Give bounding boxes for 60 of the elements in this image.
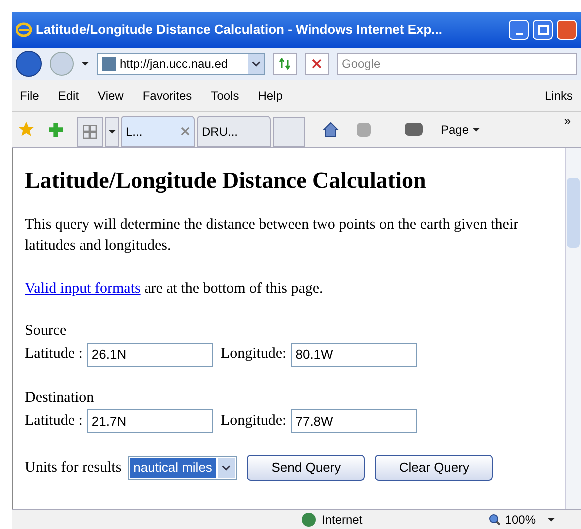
- tab-menu-button[interactable]: [105, 117, 119, 147]
- more-button[interactable]: »: [564, 112, 571, 130]
- menu-item[interactable]: Help: [258, 86, 283, 104]
- site-icon: [102, 57, 116, 71]
- globe-icon: [302, 512, 316, 526]
- add-favorite-icon[interactable]: [49, 122, 63, 136]
- page-button[interactable]: Page: [441, 120, 480, 138]
- stop-icon: [312, 59, 322, 69]
- units-label: Units for results: [25, 458, 122, 478]
- menu-item[interactable]: Edit: [58, 86, 80, 104]
- longitude-label: Longitude:: [220, 412, 287, 431]
- refresh-button[interactable]: [273, 53, 297, 75]
- latitude-label: Latitude :: [25, 412, 83, 431]
- zone-text: Internet: [322, 512, 363, 528]
- stop-button[interactable]: [305, 53, 329, 75]
- home-icon[interactable]: [323, 122, 339, 138]
- menu-item[interactable]: View: [98, 86, 124, 104]
- latitude-field[interactable]: 21.7N: [86, 409, 213, 433]
- links-button[interactable]: Links: [544, 86, 573, 104]
- grid-icon: [83, 125, 97, 139]
- browser-tab[interactable]: DRU...: [197, 116, 271, 147]
- caret-icon: [473, 128, 480, 132]
- caret-icon[interactable]: [82, 62, 89, 66]
- maximize-button[interactable]: [533, 20, 553, 40]
- latitude-label: Latitude :: [25, 345, 83, 364]
- units-select[interactable]: nautical miles: [128, 456, 238, 480]
- dropdown-button[interactable]: [248, 54, 264, 74]
- longitude-field[interactable]: 80.1W: [290, 342, 417, 366]
- latitude-field[interactable]: 26.1N: [86, 342, 213, 366]
- longitude-label: Longitude:: [220, 345, 287, 364]
- query-button[interactable]: Clear Query: [375, 455, 494, 481]
- window-title: Latitude/Longitude Distance Calculation - Windows Internet Exp...: [36, 21, 444, 40]
- address-field[interactable]: http://jan.ucc.nau.ed: [97, 53, 265, 75]
- menu-item[interactable]: File: [20, 86, 40, 104]
- caret-icon: [108, 130, 116, 134]
- back-button[interactable]: [16, 51, 42, 77]
- zoom-icon: [489, 514, 502, 526]
- section-title: Source: [25, 322, 68, 341]
- menu-item[interactable]: Tools: [211, 86, 240, 104]
- close-button[interactable]: [557, 20, 577, 40]
- formats-sentence: Valid input formats are at the bottom of this page.: [25, 280, 324, 298]
- refresh-icon: [279, 58, 291, 70]
- intro-text: This query will determine the distance between two points on the earth given their latitudes and longitudes.: [25, 216, 520, 256]
- section-title: Destination: [25, 388, 96, 408]
- scrollbar[interactable]: [565, 148, 581, 509]
- close-tab-icon[interactable]: [181, 127, 190, 136]
- menu-item[interactable]: Favorites: [142, 86, 192, 104]
- star-icon[interactable]: [18, 121, 35, 138]
- browser-tab[interactable]: L...: [121, 116, 195, 147]
- query-button[interactable]: Send Query: [247, 455, 366, 481]
- minimize-button[interactable]: [509, 20, 529, 40]
- chevron-icon: [222, 465, 232, 471]
- zoom-button[interactable]: 100%: [489, 510, 555, 528]
- search-field[interactable]: Google: [337, 53, 577, 75]
- browser-logo-icon: [16, 22, 32, 38]
- caret-icon: [548, 518, 555, 522]
- longitude-field[interactable]: 77.8W: [290, 409, 417, 433]
- chevron-icon: [252, 61, 260, 67]
- formats-link[interactable]: Valid input formats: [25, 280, 141, 296]
- page-heading: Latitude/Longitude Distance Calculation: [25, 167, 428, 196]
